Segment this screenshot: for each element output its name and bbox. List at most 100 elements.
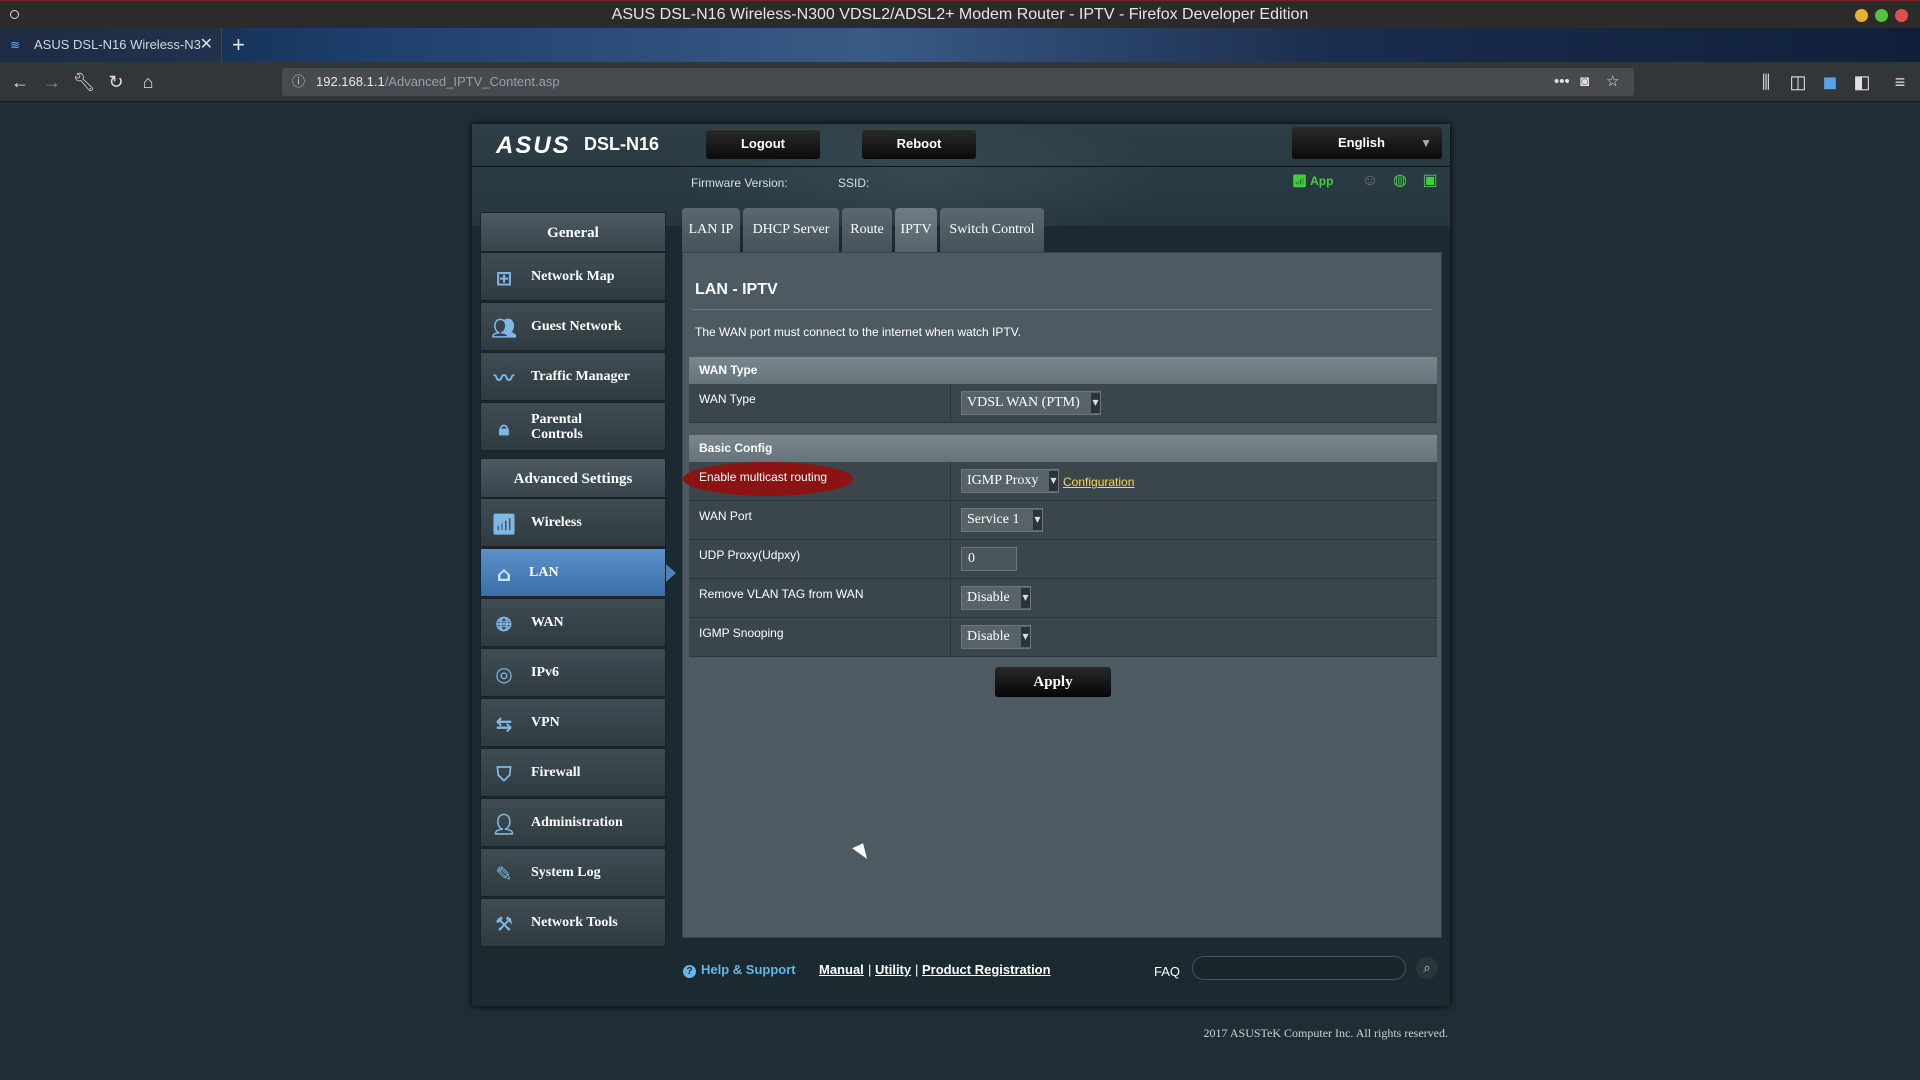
- udp-proxy-row: UDP Proxy(Udpxy) 0: [689, 540, 1437, 579]
- address-bar[interactable]: ⓘ 192.168.1.1/Advanced_IPTV_Content.asp …: [282, 68, 1634, 96]
- logout-button[interactable]: Logout: [706, 129, 820, 159]
- tab-iptv[interactable]: IPTV: [895, 208, 937, 252]
- multicast-select[interactable]: IGMP Proxy ▼: [961, 469, 1059, 493]
- sidebar-icon[interactable]: ◫: [1786, 70, 1810, 94]
- configuration-link[interactable]: Configuration: [1063, 475, 1134, 489]
- navigation-bar: ← → 🔧︎ ↻ ⌂ ⓘ 192.168.1.1/Advanced_IPTV_C…: [0, 62, 1920, 102]
- sidebar-item-network-tools[interactable]: ⚒ Network Tools: [480, 898, 666, 947]
- home-icon: ⌂: [496, 562, 512, 586]
- language-select[interactable]: English ▼: [1292, 127, 1442, 159]
- faq-search-input[interactable]: [1192, 956, 1406, 980]
- user-icon: 👤︎: [491, 812, 517, 836]
- app-status[interactable]: 📶︎ App: [1292, 174, 1333, 188]
- browser-tab[interactable]: ≋ ASUS DSL-N16 Wireless-N3 ✕: [0, 28, 222, 62]
- extension-icon[interactable]: ◼: [1818, 70, 1842, 94]
- tab-bar: ≋ ASUS DSL-N16 Wireless-N3 ✕ +: [0, 28, 1920, 62]
- sidebar-item-wan[interactable]: 🌐︎ WAN: [480, 598, 666, 647]
- utility-link[interactable]: Utility: [875, 962, 911, 977]
- wan-type-section-header: WAN Type: [689, 357, 1437, 384]
- title-divider: [691, 309, 1433, 310]
- page-actions-icon[interactable]: •••: [1554, 68, 1570, 96]
- udp-proxy-input[interactable]: 0: [961, 547, 1017, 571]
- wan-port-select[interactable]: Service 1 ▼: [961, 508, 1043, 532]
- reader-icon[interactable]: ◧: [1850, 70, 1874, 94]
- product-registration-link[interactable]: Product Registration: [922, 962, 1051, 977]
- help-icon: ?: [683, 965, 696, 978]
- basic-config-section-header: Basic Config: [689, 435, 1437, 462]
- chevron-down-icon: ▼: [1021, 588, 1030, 608]
- sidebar-item-system-log[interactable]: ✎ System Log: [480, 848, 666, 897]
- sidebar-item-traffic-manager[interactable]: 〰 Traffic Manager: [480, 352, 666, 401]
- remove-vlan-label: Remove VLAN TAG from WAN: [689, 579, 951, 617]
- sidebar-general-header: General: [480, 212, 666, 252]
- wan-port-value: Service 1: [967, 512, 1020, 527]
- new-tab-button[interactable]: +: [232, 28, 245, 62]
- menu-icon[interactable]: ≡: [1888, 70, 1912, 94]
- usb-status-icon[interactable]: ▣: [1421, 172, 1439, 190]
- reboot-button[interactable]: Reboot: [862, 129, 976, 159]
- close-window-button[interactable]: [1895, 9, 1908, 22]
- sidebar-item-firewall[interactable]: ⛉ Firewall: [480, 748, 666, 797]
- sidebar-item-guest-network[interactable]: 👥︎ Guest Network: [480, 302, 666, 351]
- remove-vlan-row: Remove VLAN TAG from WAN Disable ▼: [689, 579, 1437, 618]
- bookmark-star-icon[interactable]: ☆: [1606, 68, 1619, 96]
- sidebar-item-label: Guest Network: [531, 319, 622, 334]
- tab-close-icon[interactable]: ✕: [200, 28, 213, 62]
- sidebar-item-label: System Log: [531, 865, 601, 880]
- maximize-button[interactable]: [1875, 9, 1888, 22]
- library-icon[interactable]: ⫼: [1754, 70, 1778, 94]
- wan-port-label: WAN Port: [689, 501, 951, 539]
- app-label: App: [1310, 174, 1334, 188]
- wan-port-row: WAN Port Service 1 ▼: [689, 501, 1437, 540]
- tab-dhcp-server[interactable]: DHCP Server: [743, 208, 839, 252]
- apply-button[interactable]: Apply: [995, 667, 1111, 697]
- wan-type-label-text: WAN Type: [699, 392, 756, 406]
- sidebar-item-ipv6[interactable]: ◎ IPv6: [480, 648, 666, 697]
- firmware-label: Firmware Version:: [691, 176, 788, 190]
- window-titlebar: ASUS DSL-N16 Wireless-N300 VDSL2/ADSL2+ …: [0, 0, 1920, 28]
- tab-lan-ip[interactable]: LAN IP: [682, 208, 740, 252]
- help-support[interactable]: ? Help & Support: [683, 962, 796, 978]
- search-icon[interactable]: ⌕: [1416, 957, 1438, 979]
- asus-logo: ASUS: [496, 132, 571, 159]
- sidebar-item-label: Administration: [531, 815, 623, 830]
- reload-icon[interactable]: ↻: [104, 70, 128, 94]
- home-icon[interactable]: ⌂: [136, 70, 160, 94]
- udp-proxy-label: UDP Proxy(Udpxy): [689, 540, 951, 578]
- manual-link[interactable]: Manual: [819, 962, 864, 977]
- tab-switch-control[interactable]: Switch Control: [940, 208, 1044, 252]
- wrench-icon[interactable]: 🔧︎: [72, 70, 96, 94]
- igmp-snooping-label-text: IGMP Snooping: [699, 626, 784, 640]
- site-info-icon[interactable]: ⓘ: [292, 68, 305, 96]
- remove-vlan-select[interactable]: Disable ▼: [961, 586, 1031, 610]
- wan-port-label-text: WAN Port: [699, 509, 752, 523]
- sidebar-advanced-header: Advanced Settings: [480, 458, 666, 498]
- back-icon[interactable]: ←: [8, 70, 32, 94]
- wan-type-select[interactable]: VDSL WAN (PTM) ▼: [961, 391, 1101, 415]
- sidebar-item-wireless[interactable]: 📶︎ Wireless: [480, 498, 666, 547]
- sidebar-item-administration[interactable]: 👤︎ Administration: [480, 798, 666, 847]
- sidebar-item-vpn[interactable]: ⇆ VPN: [480, 698, 666, 747]
- igmp-snooping-select[interactable]: Disable ▼: [961, 625, 1031, 649]
- multicast-value: IGMP Proxy: [967, 473, 1039, 488]
- page-viewport: ASUS DSL-N16 Logout Reboot English ▼ Fir…: [0, 102, 1920, 1080]
- sidebar-item-parental-controls[interactable]: 🔒︎ Parental Controls: [480, 402, 666, 451]
- multicast-row: Enable multicast routing IGMP Proxy ▼ Co…: [683, 462, 1437, 501]
- content-panel: LAN - IPTV The WAN port must connect to …: [682, 252, 1442, 938]
- chevron-down-icon: ▼: [1021, 627, 1030, 647]
- tab-route[interactable]: Route: [842, 208, 892, 252]
- sidebar-item-label: VPN: [531, 715, 560, 730]
- forward-icon[interactable]: →: [40, 70, 64, 94]
- pocket-icon[interactable]: ◙: [1580, 68, 1589, 96]
- sidebar-item-network-map[interactable]: ⊞ Network Map: [480, 252, 666, 301]
- window-menu-icon[interactable]: [10, 10, 19, 19]
- minimize-button[interactable]: [1855, 9, 1868, 22]
- sidebar-item-label: WAN: [531, 615, 564, 630]
- sidebar-item-lan[interactable]: ⌂ LAN: [480, 548, 676, 597]
- router-frame: ASUS DSL-N16 Logout Reboot English ▼ Fir…: [472, 124, 1450, 1006]
- traffic-manager-icon: 〰: [494, 366, 514, 390]
- ssid-label: SSID:: [838, 176, 870, 190]
- globe-icon: 🌐︎: [496, 612, 512, 636]
- internet-status-icon[interactable]: ◍: [1391, 172, 1409, 190]
- clients-icon[interactable]: ☺: [1361, 172, 1379, 190]
